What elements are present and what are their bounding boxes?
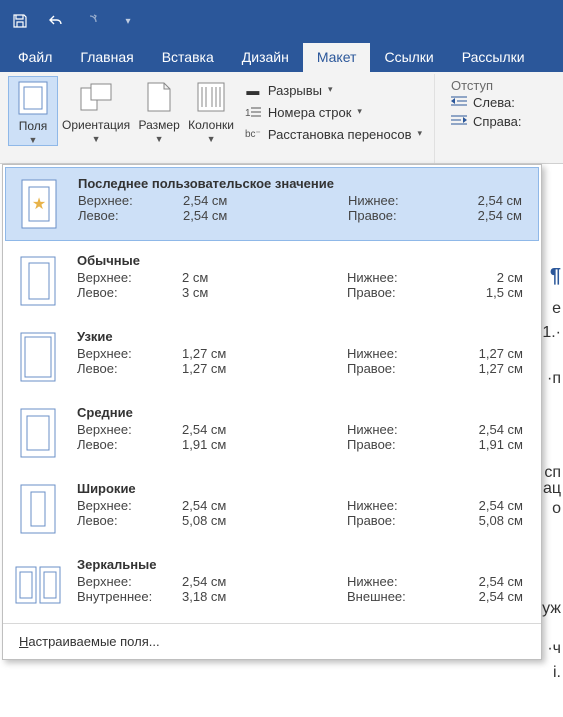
indent-left-row: Слева: [447, 93, 519, 112]
margin-option-narrow[interactable]: Узкие Верхнее: 1,27 см Нижнее: 1,27 см Л… [3, 319, 541, 395]
page-setup-small-stack: ▬ Разрывы ▾ 1 Номера строк ▾ bc⁻ Расстан… [238, 76, 428, 148]
margin-option-details: Последнее пользовательское значение Верх… [78, 176, 522, 223]
breaks-button[interactable]: ▬ Разрывы ▾ [240, 80, 426, 100]
indent-right-label: Справа: [473, 114, 522, 129]
tab-design[interactable]: Дизайн [228, 43, 303, 72]
doc-text-fragment: ·п [547, 370, 561, 388]
paragraph-group: Отступ Слева: Справа: [435, 74, 532, 163]
tab-mailings[interactable]: Рассылки [448, 43, 539, 72]
margin-preview-icon [15, 405, 61, 461]
margin-option-title: Последнее пользовательское значение [78, 176, 522, 191]
svg-text:1: 1 [245, 108, 251, 119]
indent-right-row: Справа: [447, 112, 526, 131]
doc-text-fragment: ¶ [550, 265, 561, 288]
margin-preview-icon [15, 557, 61, 613]
undo-button[interactable] [44, 9, 68, 33]
margin-option-title: Узкие [77, 329, 523, 344]
margin-option-details: Узкие Верхнее: 1,27 см Нижнее: 1,27 см Л… [77, 329, 523, 376]
margin-option-wide[interactable]: Широкие Верхнее: 2,54 см Нижнее: 2,54 см… [3, 471, 541, 547]
chevron-down-icon: ▼ [207, 134, 216, 144]
margin-option-details: Средние Верхнее: 2,54 см Нижнее: 2,54 см… [77, 405, 523, 452]
doc-text-fragment: ·ч [547, 640, 561, 658]
doc-text-fragment: уж [542, 600, 561, 618]
doc-text-fragment: і. [553, 664, 561, 682]
margin-option-title: Зеркальные [77, 557, 523, 572]
ribbon: Поля ▼ Ориентация ▼ Размер ▼ Колонки ▼ [0, 72, 563, 164]
doc-text-fragment: ац [543, 480, 561, 498]
indent-group-label: Отступ [447, 76, 493, 93]
ribbon-tabs: Файл Главная Вставка Дизайн Макет Ссылки… [0, 42, 563, 72]
breaks-label: Разрывы [268, 83, 322, 98]
margin-preview-icon [15, 481, 61, 537]
custom-margins-label: Настраиваемые поля... [19, 634, 160, 649]
margin-option-normal[interactable]: Обычные Верхнее: 2 см Нижнее: 2 см Левое… [3, 243, 541, 319]
tab-home[interactable]: Главная [66, 43, 147, 72]
margins-dropdown: ★ Последнее пользовательское значение Ве… [2, 164, 542, 660]
margin-option-mirrored[interactable]: Зеркальные Верхнее: 2,54 см Нижнее: 2,54… [3, 547, 541, 623]
orientation-button[interactable]: Ориентация ▼ [58, 76, 134, 144]
margin-option-details: Обычные Верхнее: 2 см Нижнее: 2 см Левое… [77, 253, 523, 300]
save-icon [12, 13, 28, 29]
hyphenation-label: Расстановка переносов [268, 127, 412, 142]
save-button[interactable] [8, 9, 32, 33]
columns-icon [194, 80, 228, 114]
doc-text-fragment: 1.· [542, 324, 561, 342]
chevron-down-icon: ▼ [29, 135, 38, 145]
margin-option-last[interactable]: ★ Последнее пользовательское значение Ве… [5, 167, 539, 241]
margin-preview-icon [15, 253, 61, 309]
quick-access-toolbar: ▾ [0, 0, 563, 42]
orientation-label: Ориентация [62, 118, 130, 132]
chevron-down-icon: ▾ [328, 84, 333, 95]
hyphenation-icon: bc⁻ [244, 126, 262, 142]
margin-option-details: Широкие Верхнее: 2,54 см Нижнее: 2,54 см… [77, 481, 523, 528]
breaks-icon: ▬ [244, 82, 262, 98]
redo-icon [84, 13, 100, 29]
margin-option-title: Средние [77, 405, 523, 420]
orientation-icon [79, 80, 113, 114]
size-button[interactable]: Размер ▼ [134, 76, 184, 144]
chevron-down-icon: ▾ [417, 128, 422, 139]
margins-label: Поля [19, 119, 48, 133]
indent-left-icon [451, 95, 467, 110]
margin-option-moderate[interactable]: Средние Верхнее: 2,54 см Нижнее: 2,54 см… [3, 395, 541, 471]
tab-file[interactable]: Файл [4, 43, 66, 72]
doc-text-fragment: е [552, 300, 561, 318]
custom-margins-button[interactable]: Настраиваемые поля... [3, 623, 541, 659]
margins-icon [16, 81, 50, 115]
line-numbers-button[interactable]: 1 Номера строк ▾ [240, 102, 426, 122]
qat-customize-button[interactable]: ▾ [116, 9, 140, 33]
undo-icon [47, 13, 65, 29]
chevron-down-icon: ▼ [155, 134, 164, 144]
chevron-down-icon: ▼ [92, 134, 101, 144]
margins-button[interactable]: Поля ▼ [8, 76, 58, 146]
margin-option-title: Обычные [77, 253, 523, 268]
tab-layout[interactable]: Макет [303, 43, 371, 72]
line-numbers-label: Номера строк [268, 105, 351, 120]
svg-text:★: ★ [32, 196, 46, 213]
columns-button[interactable]: Колонки ▼ [184, 76, 238, 144]
tab-references[interactable]: Ссылки [370, 43, 447, 72]
size-label: Размер [139, 118, 180, 132]
margin-option-details: Зеркальные Верхнее: 2,54 см Нижнее: 2,54… [77, 557, 523, 604]
margin-preview-icon: ★ [16, 176, 62, 232]
indent-left-label: Слева: [473, 95, 515, 110]
line-numbers-icon: 1 [244, 104, 262, 120]
redo-button[interactable] [80, 9, 104, 33]
indent-right-icon [451, 114, 467, 129]
size-icon [142, 80, 176, 114]
page-setup-group: Поля ▼ Ориентация ▼ Размер ▼ Колонки ▼ [2, 74, 435, 163]
chevron-down-icon: ▾ [357, 106, 362, 117]
hyphenation-button[interactable]: bc⁻ Расстановка переносов ▾ [240, 124, 426, 144]
margin-preview-icon [15, 329, 61, 385]
columns-label: Колонки [188, 118, 234, 132]
margin-option-title: Широкие [77, 481, 523, 496]
doc-text-fragment: о [552, 500, 561, 518]
tab-insert[interactable]: Вставка [148, 43, 228, 72]
